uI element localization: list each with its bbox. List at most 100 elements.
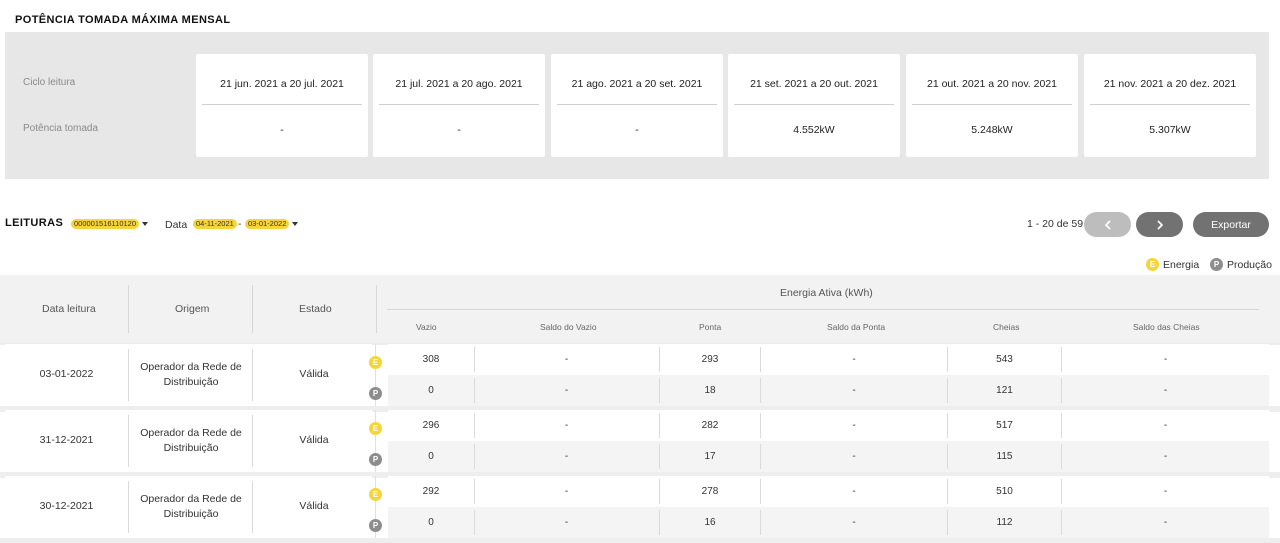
date-to-select[interactable]: 03-01-2022 xyxy=(245,219,290,229)
header-saldo-vazio: Saldo do Vazio xyxy=(540,322,597,332)
cycle-power-value: - xyxy=(635,124,639,136)
cycle-card: 21 out. 2021 a 20 nov. 2021 5.248kW xyxy=(906,54,1078,157)
readings-table-header: Data leitura Origem Estado Energia Ativa… xyxy=(0,275,1280,343)
header-date: Data leitura xyxy=(42,303,96,315)
energy-row: 308 - 293 - 543 - xyxy=(388,344,1269,375)
cell-saldo-vazio: - xyxy=(564,451,569,462)
row-origin: Operador da Rede de Distribuição xyxy=(129,492,253,522)
row-state: Válida xyxy=(299,434,329,446)
badge-letter: E xyxy=(369,356,382,369)
cycle-power-value: 5.307kW xyxy=(1149,124,1191,136)
cell-saldo-vazio: - xyxy=(564,354,569,365)
row-origin: Operador da Rede de Distribuição xyxy=(129,426,253,456)
table-row[interactable]: 31-12-2021 Operador da Rede de Distribui… xyxy=(5,410,1269,472)
row-gap xyxy=(0,538,1280,543)
cell-vazio: 296 xyxy=(422,420,440,431)
row-state: Válida xyxy=(299,368,329,380)
row-date: 30-12-2021 xyxy=(39,500,94,512)
badge-letter: P xyxy=(369,387,382,400)
divider xyxy=(1090,104,1250,105)
cell-saldo-cheias: - xyxy=(1163,354,1168,365)
cycle-card: 21 jul. 2021 a 20 ago. 2021 - xyxy=(373,54,545,157)
cycle-period: 21 jul. 2021 a 20 ago. 2021 xyxy=(395,78,523,90)
max-power-title: POTÊNCIA TOMADA MÁXIMA MENSAL xyxy=(15,14,231,26)
cell-cheias: 115 xyxy=(996,451,1013,462)
cycle-card: 21 nov. 2021 a 20 dez. 2021 5.307kW xyxy=(1084,54,1256,157)
divider xyxy=(202,104,362,105)
cycle-period: 21 out. 2021 a 20 nov. 2021 xyxy=(927,78,1057,90)
badge-letter: P xyxy=(369,519,382,532)
energy-row: 296 - 282 - 517 - xyxy=(388,410,1269,441)
cycle-row-label: Ciclo leitura xyxy=(23,77,76,88)
cell-ponta: 293 xyxy=(701,354,719,365)
header-state: Estado xyxy=(299,303,332,315)
divider xyxy=(387,309,1259,310)
cell-ponta: 282 xyxy=(701,420,719,431)
chevron-down-icon[interactable] xyxy=(142,222,148,226)
previous-page-button[interactable] xyxy=(1084,212,1131,237)
header-energy-group: Energia Ativa (kWh) xyxy=(780,287,873,299)
table-row[interactable]: 03-01-2022 Operador da Rede de Distribui… xyxy=(5,344,1269,406)
table-row[interactable]: 30-12-2021 Operador da Rede de Distribui… xyxy=(5,476,1269,538)
cycle-period: 21 nov. 2021 a 20 dez. 2021 xyxy=(1103,78,1237,90)
cell-ponta: 17 xyxy=(704,451,716,462)
cell-saldo-cheias: - xyxy=(1163,451,1168,462)
production-badge-icon: P xyxy=(369,383,382,401)
row-origin-line: Distribuição xyxy=(163,442,219,454)
divider xyxy=(912,104,1072,105)
row-date: 31-12-2021 xyxy=(39,434,94,446)
energy-badge-icon: E xyxy=(369,418,382,436)
production-row: 0 - 17 - 115 - xyxy=(388,441,1269,472)
cell-vazio: 308 xyxy=(422,354,440,365)
energy-badge-icon: E xyxy=(1146,258,1159,271)
cell-saldo-cheias: - xyxy=(1163,385,1168,396)
divider xyxy=(379,104,539,105)
row-origin-line: Distribuição xyxy=(163,376,219,388)
chevron-down-icon[interactable] xyxy=(292,222,298,226)
header-saldo-ponta: Saldo da Ponta xyxy=(827,322,886,332)
cell-saldo-vazio: - xyxy=(564,517,569,528)
cell-cheias: 517 xyxy=(996,420,1013,431)
cycle-card: 21 set. 2021 a 20 out. 2021 4.552kW xyxy=(728,54,900,157)
cycle-power-value: 4.552kW xyxy=(793,124,835,136)
date-from-select[interactable]: 04-11-2021 xyxy=(193,219,237,229)
max-power-panel: Ciclo leitura Potência tomada 21 jun. 20… xyxy=(5,32,1269,179)
badge-letter: P xyxy=(369,453,382,466)
date-filter-label: Data xyxy=(165,219,188,231)
production-row: 0 - 18 - 121 - xyxy=(388,375,1269,406)
cycle-card: 21 jun. 2021 a 20 jul. 2021 - xyxy=(196,54,368,157)
next-page-button[interactable] xyxy=(1136,212,1183,237)
cell-saldo-ponta: - xyxy=(852,451,856,462)
legend-production: P Produção xyxy=(1210,258,1272,271)
row-origin-line: Operador da Rede de xyxy=(140,493,242,505)
cell-vazio: 292 xyxy=(422,486,440,497)
energy-row: 292 - 278 - 510 - xyxy=(388,476,1269,507)
cell-saldo-ponta: - xyxy=(852,385,856,396)
divider xyxy=(557,104,717,105)
cycle-power-value: - xyxy=(457,124,461,136)
cell-saldo-cheias: - xyxy=(1163,420,1168,431)
cell-ponta: 278 xyxy=(701,486,719,497)
export-button[interactable]: Exportar xyxy=(1193,212,1269,237)
energy-badge-icon: E xyxy=(369,352,382,370)
row-origin-line: Distribuição xyxy=(163,508,219,520)
chevron-left-icon xyxy=(1104,220,1110,229)
badge-letter: E xyxy=(369,488,382,501)
header-cheias: Cheias xyxy=(993,322,1020,332)
divider xyxy=(128,285,129,333)
cell-vazio: 0 xyxy=(428,517,434,528)
legend-production-label: Produção xyxy=(1227,258,1272,271)
legend-energy-label: Energia xyxy=(1163,258,1200,271)
readings-title: LEITURAS xyxy=(5,217,64,229)
cell-cheias: 510 xyxy=(996,486,1013,497)
header-vazio: Vazio xyxy=(416,322,437,332)
cell-vazio: 0 xyxy=(428,385,434,396)
cycle-power-value: 5.248kW xyxy=(971,124,1013,136)
cell-saldo-vazio: - xyxy=(564,486,569,497)
pagination-info: 1 - 20 de 59 xyxy=(1027,218,1084,230)
cell-saldo-vazio: - xyxy=(564,420,569,431)
meter-id-select[interactable]: 000001516110120 xyxy=(71,219,140,229)
cell-saldo-ponta: - xyxy=(852,486,856,497)
header-saldo-cheias: Saldo das Cheias xyxy=(1133,322,1200,332)
cycle-card: 21 ago. 2021 a 20 set. 2021 - xyxy=(551,54,723,157)
